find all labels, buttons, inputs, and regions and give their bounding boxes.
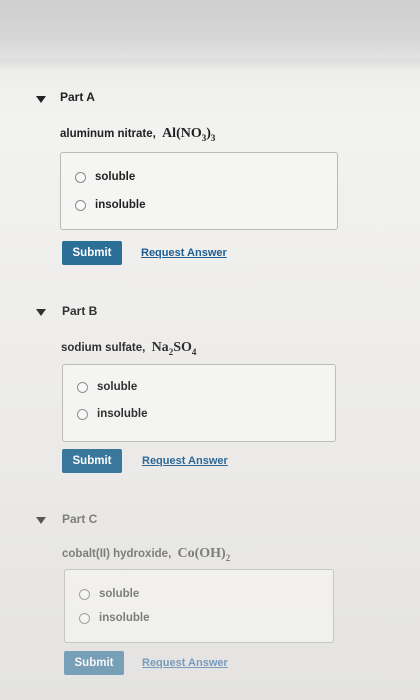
part-b-title: Part B <box>62 304 98 318</box>
part-a-request-answer-link[interactable]: Request Answer <box>141 247 227 259</box>
part-b-request-answer-link[interactable]: Request Answer <box>142 455 228 467</box>
part-a-submit-button[interactable]: Submit <box>62 241 122 265</box>
part-c-option-insoluble[interactable]: insoluble <box>79 612 149 624</box>
radio-button[interactable] <box>79 588 90 600</box>
part-c-question: cobalt(II) hydroxide, Co(OH)2 <box>62 546 231 563</box>
collapse-chevron-icon[interactable] <box>36 517 46 524</box>
part-b-choices-box: soluble insoluble <box>62 364 336 442</box>
part-c-submit-button[interactable]: Submit <box>64 651 124 675</box>
top-bar <box>0 0 420 58</box>
collapse-chevron-icon[interactable] <box>36 96 46 103</box>
part-c-request-answer-link[interactable]: Request Answer <box>142 657 228 669</box>
part-b-question: sodium sulfate, Na2SO4 <box>61 340 197 357</box>
part-a-question: aluminum nitrate, Al(NO3)3 <box>60 126 216 143</box>
part-c-choices-box: soluble insoluble <box>64 569 334 643</box>
part-c-title: Part C <box>62 512 98 526</box>
collapse-chevron-icon[interactable] <box>36 309 46 316</box>
part-a-option-insoluble[interactable]: insoluble <box>75 199 145 211</box>
radio-button[interactable] <box>77 381 88 393</box>
radio-button[interactable] <box>77 408 88 420</box>
part-a-title: Part A <box>60 90 95 104</box>
part-b-option-soluble[interactable]: soluble <box>77 381 137 393</box>
part-c-option-soluble[interactable]: soluble <box>79 588 139 600</box>
radio-button[interactable] <box>75 171 86 183</box>
part-b-option-insoluble[interactable]: insoluble <box>77 408 147 420</box>
part-a-option-soluble[interactable]: soluble <box>75 171 135 183</box>
part-b-submit-button[interactable]: Submit <box>62 449 122 473</box>
radio-button[interactable] <box>75 199 86 211</box>
radio-button[interactable] <box>79 612 90 624</box>
part-a-choices-box: soluble insoluble <box>60 152 338 230</box>
